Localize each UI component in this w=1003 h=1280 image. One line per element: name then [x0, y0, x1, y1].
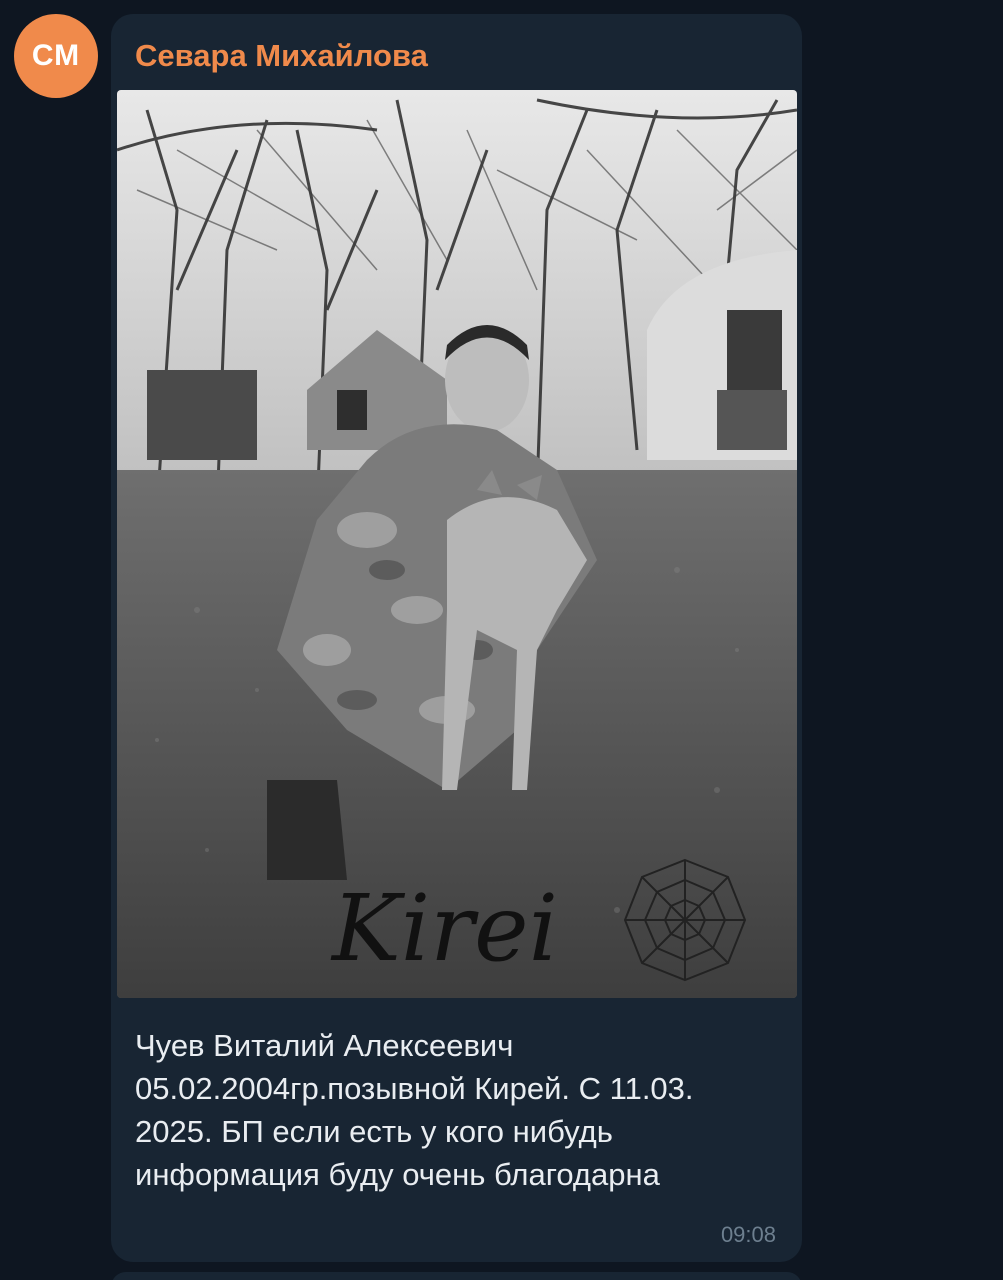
message-photo[interactable]: Kirei — [117, 90, 797, 998]
message-time: 09:08 — [720, 1222, 776, 1247]
sender-avatar[interactable]: СМ — [14, 14, 98, 98]
photo-image: Kirei — [117, 90, 797, 998]
next-message-bubble[interactable] — [111, 1272, 802, 1280]
sender-name[interactable]: Севара Михайлова — [135, 38, 428, 74]
spiderweb-icon — [623, 858, 747, 982]
chat-view: СМ Севара Михайлова Kirei Чуев Виталий А… — [0, 0, 1003, 1280]
avatar-initials: СМ — [31, 39, 81, 72]
message-caption: Чуев Виталий Алексеевич 05.02.2004гр.поз… — [135, 1028, 694, 1192]
message-bubble[interactable]: Севара Михайлова Kirei Чуев Виталий Алек… — [111, 14, 802, 1262]
photo-signature: Kirei — [330, 875, 558, 982]
